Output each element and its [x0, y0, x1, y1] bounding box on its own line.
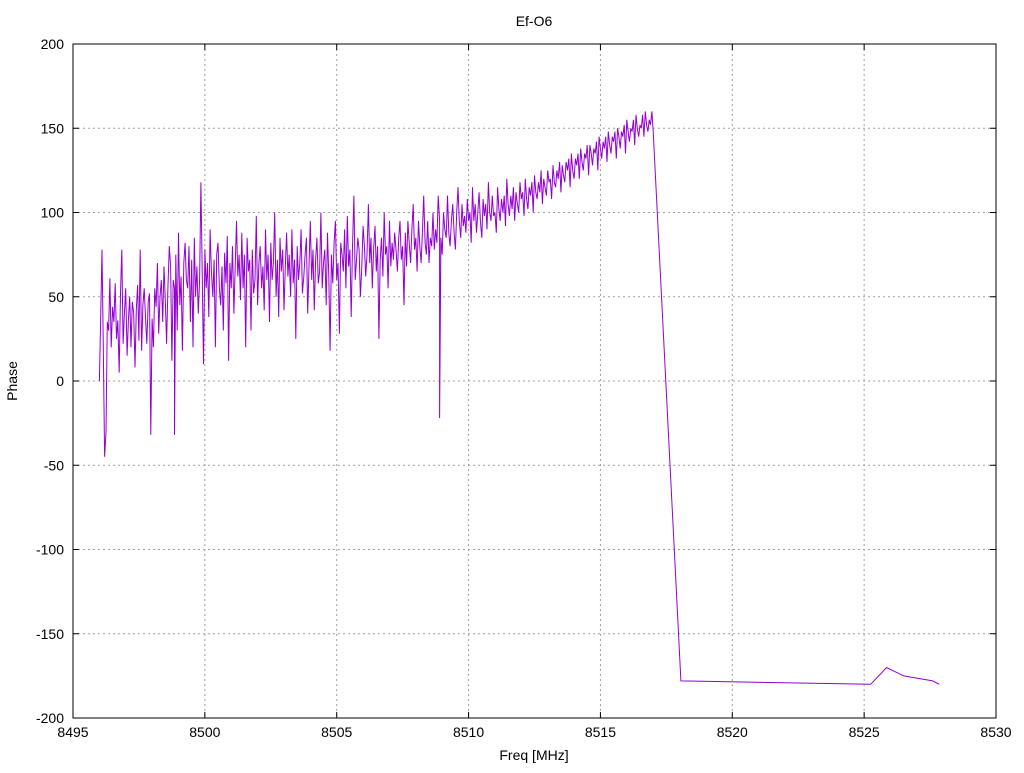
y-tick-label: 0: [56, 373, 64, 389]
x-tick-label: 8530: [980, 724, 1011, 740]
x-tick-label: 8515: [585, 724, 616, 740]
x-tick-label: 8520: [717, 724, 748, 740]
y-tick-label: 100: [41, 205, 65, 221]
x-axis-label: Freq [MHz]: [499, 747, 568, 763]
x-tick-label: 8495: [57, 724, 88, 740]
y-axis-label: Phase: [4, 361, 20, 401]
y-tick-label: -200: [36, 710, 64, 726]
y-tick-label: -50: [44, 457, 64, 473]
x-tick-label: 8500: [189, 724, 220, 740]
y-tick-label: 200: [41, 36, 65, 52]
y-tick-label: 150: [41, 120, 65, 136]
y-tick-label: -150: [36, 626, 64, 642]
chart-area: 8495 8500 8505 8510 8515 8520 8525 8530 -200 -150…: [0, 0, 1024, 768]
x-tick-label: 8525: [849, 724, 880, 740]
chart-title: Ef-O6: [516, 13, 553, 29]
y-tick-label: -100: [36, 542, 64, 558]
x-tick-label: 8505: [321, 724, 352, 740]
chart-background: [0, 0, 1024, 768]
x-tick-label: 8510: [453, 724, 484, 740]
y-tick-label: 50: [48, 289, 64, 305]
phase-chart: 8495 8500 8505 8510 8515 8520 8525 8530 -200 -150…: [0, 0, 1024, 768]
